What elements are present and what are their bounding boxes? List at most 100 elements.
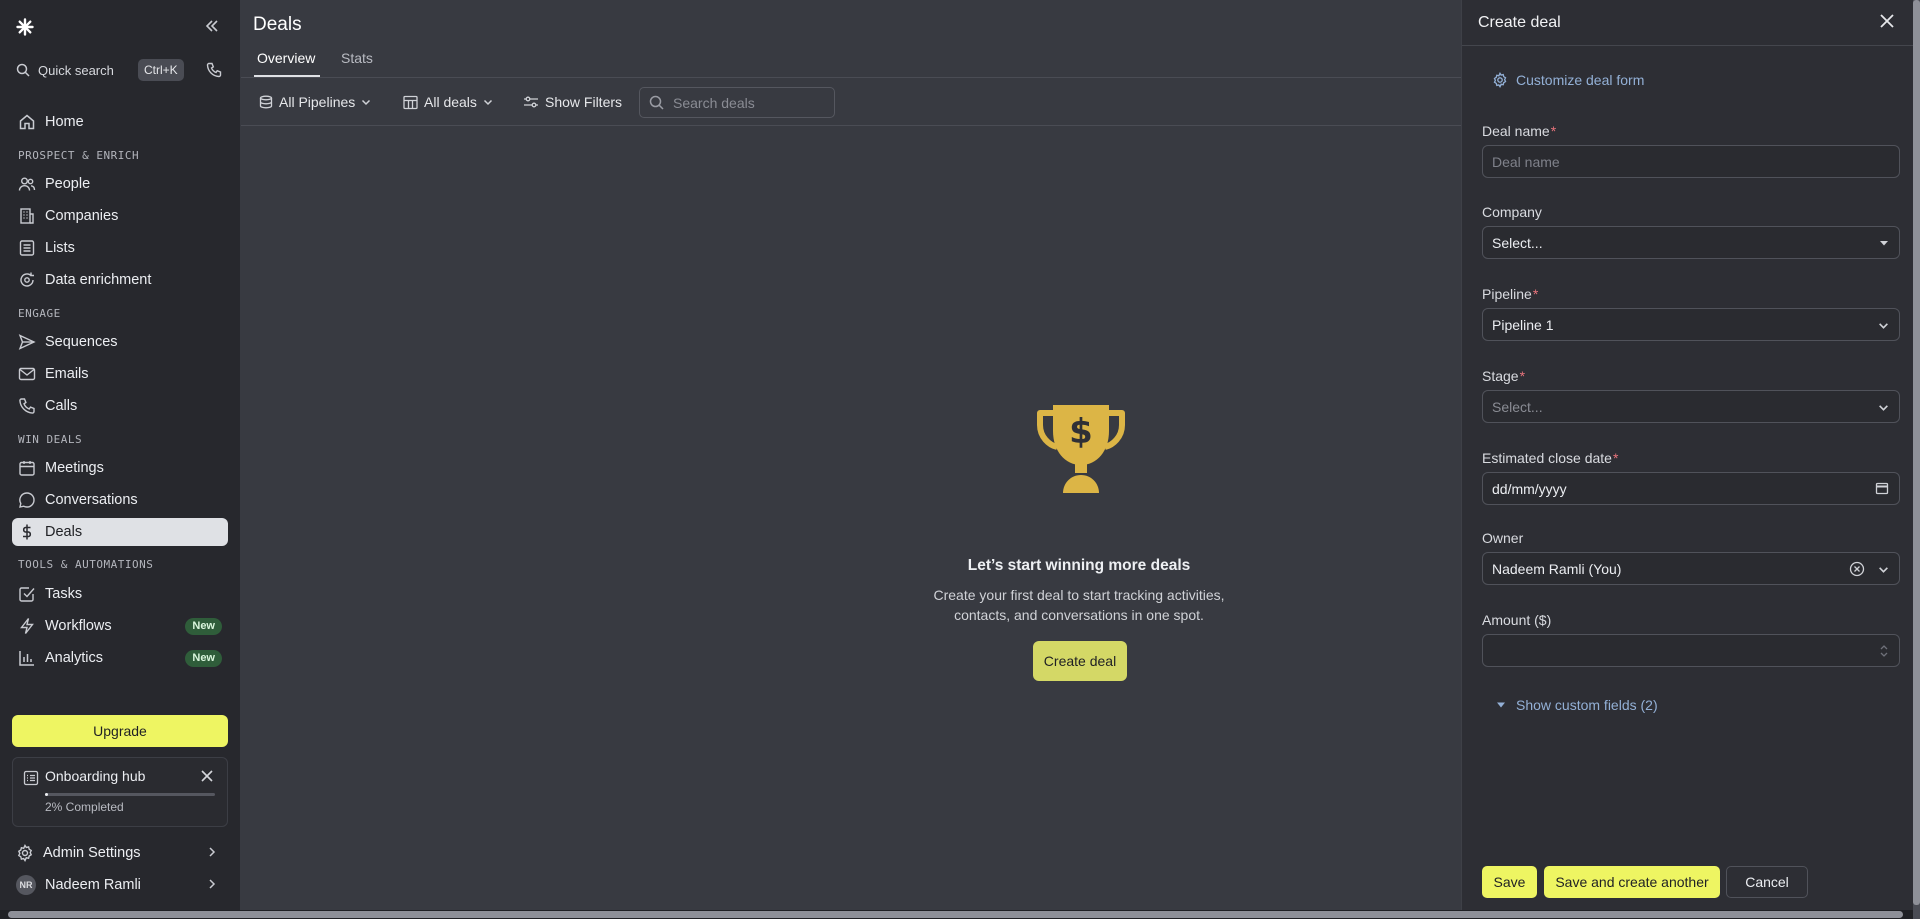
enrich-icon — [20, 272, 34, 287]
close-icon[interactable] — [201, 770, 213, 782]
horizontal-scrollbar[interactable] — [0, 910, 1913, 919]
chevron-down-icon — [1879, 323, 1888, 329]
sidebar-item-tasks[interactable]: Tasks — [12, 580, 228, 608]
save-and-create-another-button[interactable]: Save and create another — [1544, 866, 1720, 898]
onboarding-title: Onboarding hub — [45, 768, 146, 784]
quick-search[interactable]: Quick search Ctrl+K — [16, 59, 226, 81]
gear-icon — [17, 844, 33, 862]
show-custom-fields-toggle[interactable]: Show custom fields (2) — [1496, 697, 1658, 713]
save-button[interactable]: Save — [1482, 866, 1537, 898]
owner-select[interactable]: Nadeem Ramli (You) — [1482, 552, 1900, 585]
amount-field[interactable] — [1482, 634, 1900, 667]
amount-label: Amount ($) — [1482, 612, 1552, 628]
new-badge: New — [185, 618, 222, 635]
deal-name-input[interactable] — [1492, 153, 1890, 170]
horizontal-scrollbar-thumb[interactable] — [8, 911, 1903, 918]
company-select-value: Select... — [1492, 234, 1543, 251]
search-deals-input[interactable] — [673, 94, 823, 111]
close-icon[interactable] — [1880, 14, 1894, 28]
show-filters-button[interactable]: Show Filters — [523, 91, 622, 113]
phone-icon[interactable] — [206, 62, 222, 78]
calendar-icon[interactable] — [1875, 481, 1889, 495]
close-date-field[interactable]: dd/mm/yyyy — [1482, 472, 1900, 505]
label-text: Stage — [1482, 368, 1519, 384]
drawer-title: Create deal — [1478, 14, 1561, 31]
deal-name-field[interactable] — [1482, 145, 1900, 178]
gear-icon — [1493, 72, 1507, 88]
new-badge: New — [185, 650, 222, 667]
search-icon — [649, 95, 664, 110]
sidebar-item-analytics[interactable]: Analytics New — [12, 644, 228, 672]
pipeline-label: Pipeline* — [1482, 286, 1538, 302]
amount-input[interactable] — [1492, 642, 1890, 659]
trophy-icon: $ — [1035, 397, 1127, 495]
svg-text:$: $ — [1069, 412, 1093, 452]
sidebar-item-sequences[interactable]: Sequences — [12, 328, 228, 356]
collapse-sidebar-icon[interactable] — [204, 18, 220, 34]
main-content: Deals Overview Stats All Pipelines All d… — [241, 0, 1461, 919]
search-icon — [16, 63, 30, 77]
sidebar-item-companies[interactable]: Companies — [12, 202, 228, 230]
phone-icon — [19, 398, 35, 414]
pipeline-select[interactable]: Pipeline 1 — [1482, 308, 1900, 341]
create-deal-drawer: Create deal Customize deal form Deal nam… — [1461, 0, 1914, 919]
caret-down-icon — [1497, 702, 1505, 708]
onboarding-progress-text: 2% Completed — [45, 800, 124, 814]
chevron-right-icon — [209, 879, 216, 889]
onboarding-hub-card[interactable]: Onboarding hub 2% Completed — [12, 757, 228, 827]
sidebar-item-conversations[interactable]: Conversations — [12, 486, 228, 514]
cancel-button[interactable]: Cancel — [1726, 866, 1808, 898]
onboarding-progress-bar — [45, 793, 215, 796]
sidebar-item-label: Companies — [45, 208, 119, 224]
required-marker: * — [1532, 286, 1539, 302]
sidebar-item-label: Analytics — [45, 650, 104, 666]
pipeline-select-value: Pipeline 1 — [1492, 316, 1554, 333]
page-title: Deals — [253, 14, 302, 35]
sidebar-item-deals[interactable]: Deals — [12, 518, 228, 546]
sidebar-item-home[interactable]: Home — [12, 108, 228, 136]
close-date-value: dd/mm/yyyy — [1492, 480, 1567, 497]
dollar-icon — [23, 524, 31, 540]
empty-state-description: Create your first deal to start tracking… — [933, 587, 1225, 623]
vertical-scrollbar-thumb[interactable] — [1913, 0, 1920, 905]
chart-icon — [19, 651, 34, 666]
search-deals[interactable] — [639, 87, 835, 118]
all-deals-label: All deals — [424, 94, 477, 110]
create-deal-button[interactable]: Create deal — [1033, 641, 1127, 681]
vertical-scrollbar[interactable] — [1913, 0, 1920, 919]
sidebar-item-meetings[interactable]: Meetings — [12, 454, 228, 482]
upgrade-button[interactable]: Upgrade — [12, 715, 228, 747]
company-select[interactable]: Select... — [1482, 226, 1900, 259]
company-label: Company — [1482, 204, 1542, 220]
sidebar-item-calls[interactable]: Calls — [12, 392, 228, 420]
sidebar-item-emails[interactable]: Emails — [12, 360, 228, 388]
caret-down-icon — [1880, 241, 1888, 246]
customize-deal-form-link[interactable]: Customize deal form — [1492, 72, 1644, 88]
header-divider — [241, 77, 1461, 78]
filter-sliders-icon — [524, 96, 538, 108]
sidebar: Quick search Ctrl+K Home PROSPECT & ENRI… — [0, 0, 240, 919]
stage-select[interactable]: Select... — [1482, 390, 1900, 423]
sidebar-item-label: Emails — [45, 366, 89, 382]
tab-overview[interactable]: Overview — [257, 50, 315, 66]
sidebar-item-workflows[interactable]: Workflows New — [12, 612, 228, 640]
admin-settings[interactable]: Admin Settings — [12, 840, 228, 866]
mail-icon — [18, 367, 36, 381]
sidebar-item-data-enrichment[interactable]: Data enrichment — [12, 266, 228, 294]
clear-icon[interactable] — [1849, 561, 1865, 577]
user-name: Nadeem Ramli — [45, 877, 141, 893]
sidebar-item-people[interactable]: People — [12, 170, 228, 198]
number-stepper-icon[interactable] — [1879, 642, 1889, 660]
sidebar-item-lists[interactable]: Lists — [12, 234, 228, 262]
chevron-down-icon — [1879, 567, 1888, 573]
logo-icon[interactable] — [16, 18, 34, 36]
tab-stats[interactable]: Stats — [341, 50, 373, 66]
all-pipelines-dropdown[interactable]: All Pipelines — [259, 91, 371, 113]
calendar-icon — [19, 461, 35, 476]
shortcut-badge: Ctrl+K — [138, 59, 184, 81]
chevron-right-icon — [209, 847, 216, 857]
show-custom-fields-label: Show custom fields (2) — [1516, 697, 1658, 713]
user-menu[interactable]: NR Nadeem Ramli — [12, 872, 228, 898]
deal-name-label: Deal name* — [1482, 123, 1556, 139]
all-deals-dropdown[interactable]: All deals — [403, 91, 493, 113]
